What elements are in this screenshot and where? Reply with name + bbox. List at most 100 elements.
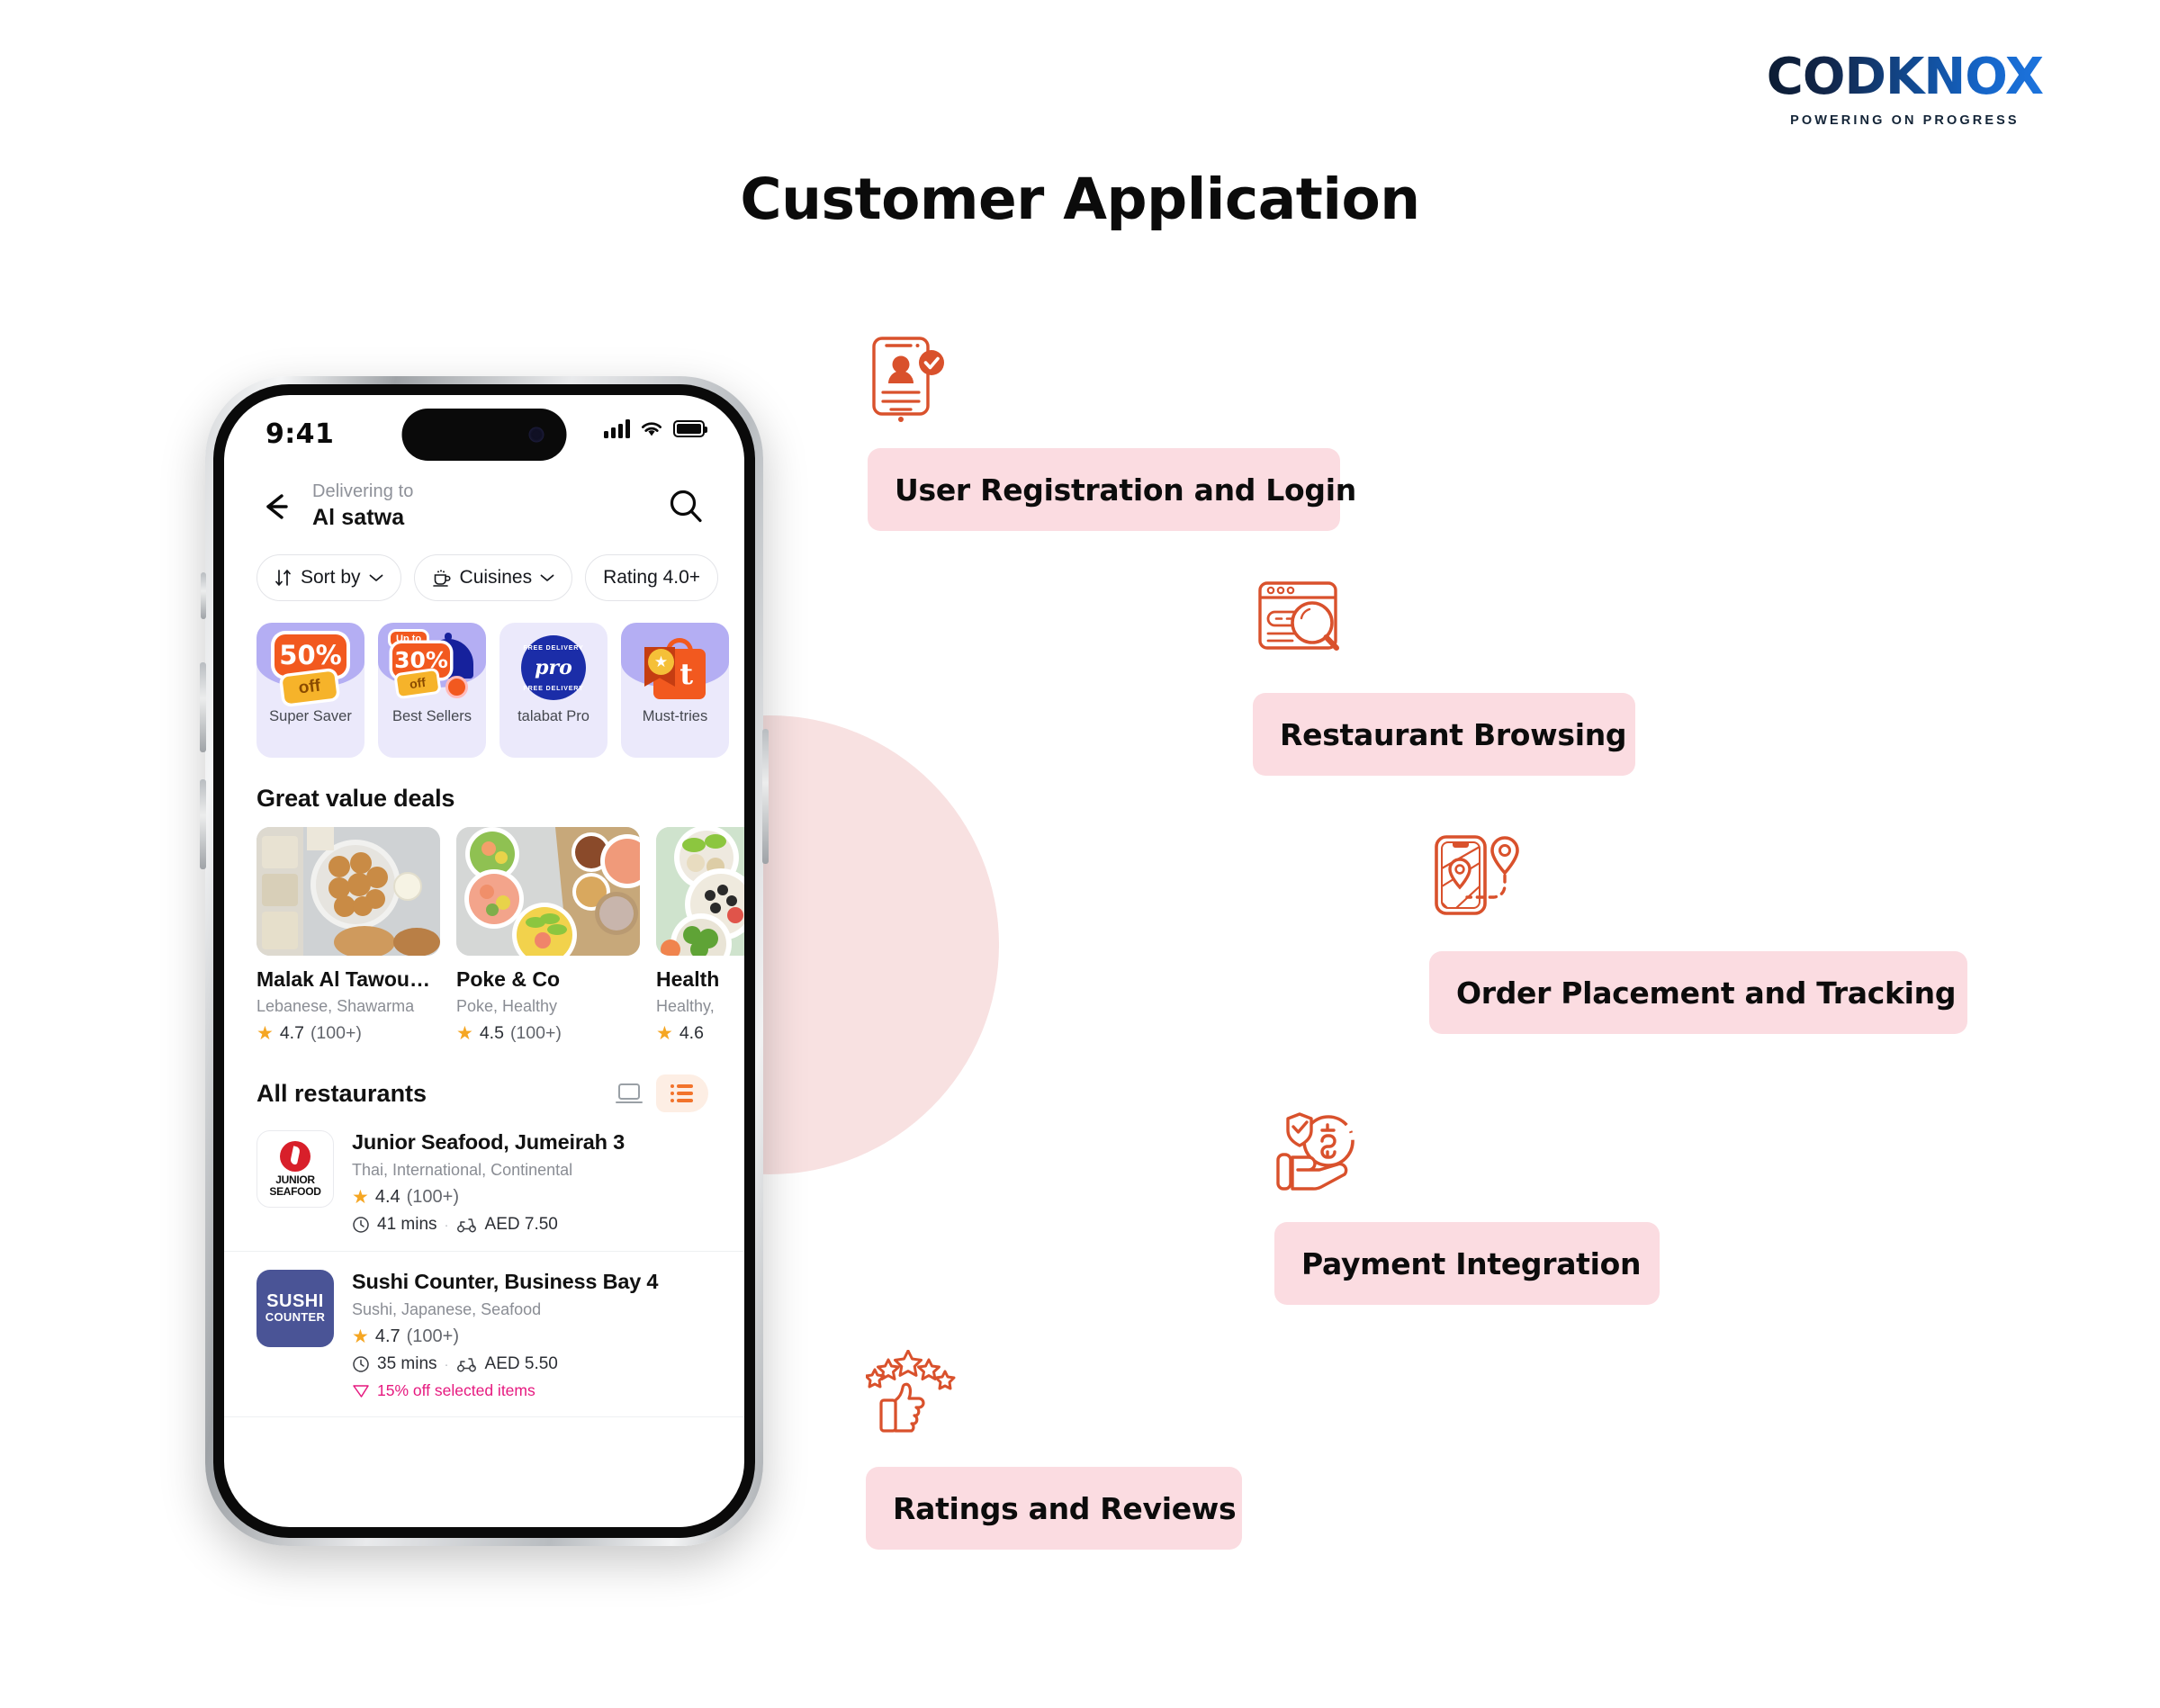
promo-tile-best-sellers[interactable]: Up to 30% off Best Sellers xyxy=(378,623,486,758)
promo-pct-value: 30 xyxy=(394,647,426,673)
deal-card-name: Poke & Co xyxy=(456,967,561,991)
phone-volume-up-button[interactable] xyxy=(200,662,206,752)
feature-payment-integration: Payment Integration xyxy=(1274,1105,1660,1305)
promo-tile-must-tries[interactable]: ★ t Must-tries xyxy=(621,623,729,758)
deal-card-image xyxy=(256,827,440,956)
restaurant-info: Junior Seafood, Jumeirah 3 Thai, Interna… xyxy=(352,1130,625,1235)
phone-power-button[interactable] xyxy=(762,729,769,864)
filter-chip-rating-label: Rating 4.0+ xyxy=(603,567,701,588)
deal-card-cuisine: Healthy, xyxy=(656,997,715,1015)
sort-icon xyxy=(275,570,291,586)
phone-volume-down-button[interactable] xyxy=(200,779,206,869)
restaurant-discount: 15% off selected items xyxy=(352,1381,658,1400)
feature-restaurant-browsing: Restaurant Browsing xyxy=(1253,576,1635,776)
id-card-verified-icon xyxy=(872,337,944,422)
feature-label: User Registration and Login xyxy=(895,472,1356,508)
restaurant-delivery-fee: AED 7.50 xyxy=(484,1215,558,1234)
restaurant-name: Junior Seafood, Jumeirah 3 xyxy=(352,1130,625,1154)
all-restaurants-header: All restaurants xyxy=(224,1044,744,1112)
restaurant-logo: SUSHI COUNTER xyxy=(256,1270,334,1347)
delivering-to-label: Delivering to xyxy=(312,481,414,501)
feature-pill-restaurant-browsing[interactable]: Restaurant Browsing xyxy=(1253,693,1635,776)
page-title: Customer Application xyxy=(740,166,1420,232)
meta-separator: · xyxy=(444,1356,449,1372)
deal-card-rating-value: 4.6 xyxy=(679,1023,704,1043)
brand-logo-text: CODKNOX xyxy=(1766,48,2043,106)
feature-label: Payment Integration xyxy=(1301,1245,1642,1281)
scooter-icon xyxy=(456,1358,476,1372)
delivery-address-value: Al satwa xyxy=(312,505,405,530)
restaurant-cuisine: Thai, International, Continental xyxy=(352,1161,573,1179)
deal-card-image xyxy=(656,827,744,956)
fifty-percent-off-badge-icon: 50% off xyxy=(256,630,364,706)
filter-chip-rating[interactable]: Rating 4.0+ xyxy=(585,554,719,601)
promo-tile-caption: Must-tries xyxy=(642,708,708,724)
feature-pill-payment-integration[interactable]: Payment Integration xyxy=(1274,1222,1660,1305)
restaurant-cuisine: Sushi, Japanese, Seafood xyxy=(352,1300,542,1318)
browser-search-icon xyxy=(1258,581,1339,651)
junior-seafood-logo-icon: JUNIOR SEAFOOD xyxy=(263,1137,328,1201)
back-arrow-icon[interactable] xyxy=(256,487,296,526)
phone-body: 9:41 Delivering to Al satwa Sort by Cuis… xyxy=(213,384,755,1538)
grid-view-icon xyxy=(616,1083,643,1103)
promo-tile-row: 50% off Super Saver Up to 30% off Best S… xyxy=(224,601,744,758)
clock-icon xyxy=(353,1217,369,1233)
restaurant-info: Sushi Counter, Business Bay 4 Sushi, Jap… xyxy=(352,1270,658,1400)
filter-chip-sort-by[interactable]: Sort by xyxy=(256,554,401,601)
feature-pill-ratings-reviews[interactable]: Ratings and Reviews xyxy=(866,1467,1242,1550)
restaurant-delivery-time: 41 mins xyxy=(377,1215,437,1234)
promo-pct-value: 50 xyxy=(279,640,316,670)
restaurant-logo-line1: JUNIOR xyxy=(275,1173,315,1186)
brand-logo-wordmark: CODKNOX xyxy=(1767,52,2043,103)
grid-view-toggle[interactable] xyxy=(606,1074,652,1112)
filter-chip-row: Sort by Cuisines Rating 4.0+ xyxy=(224,531,744,601)
filter-chip-cuisines[interactable]: Cuisines xyxy=(413,554,573,601)
filter-chip-cuisines-label: Cuisines xyxy=(459,567,533,588)
search-icon[interactable] xyxy=(665,486,706,527)
brand-tagline: POWERING ON PROGRESS xyxy=(1790,113,2020,128)
restaurant-rating-count: (100+) xyxy=(406,1187,460,1207)
restaurant-delivery-fee: AED 5.50 xyxy=(484,1354,558,1373)
list-view-icon xyxy=(670,1084,693,1102)
slide-canvas: CODKNOX POWERING ON PROGRESS Customer Ap… xyxy=(0,0,2160,1708)
restaurant-meta: 35 mins · AED 5.50 xyxy=(352,1354,658,1374)
phone-silent-switch[interactable] xyxy=(201,572,206,619)
list-view-toggle[interactable] xyxy=(656,1074,708,1112)
deal-card[interactable]: Malak Al Tawouk, R... Lebanese, Shawarma… xyxy=(256,827,440,1044)
cup-icon xyxy=(432,570,451,587)
deal-card-rating-count: (100+) xyxy=(310,1023,362,1043)
delivery-address-block[interactable]: Delivering to Al satwa xyxy=(312,481,413,531)
promo-tile-talabat-pro[interactable]: pro talabat Pro xyxy=(500,623,608,758)
deal-card-cuisine: Lebanese, Shawarma xyxy=(256,997,415,1015)
restaurant-row[interactable]: SUSHI COUNTER Sushi Counter, Business Ba… xyxy=(224,1252,744,1417)
deals-card-row: Malak Al Tawouk, R... Lebanese, Shawarma… xyxy=(224,813,744,1044)
feature-pill-user-registration[interactable]: User Registration and Login xyxy=(868,448,1356,531)
status-bar: 9:41 xyxy=(224,395,744,469)
map-tracking-icon xyxy=(1435,835,1519,915)
restaurant-rating: ★ 4.7 (100+) xyxy=(352,1326,658,1347)
deal-card[interactable]: Health Healthy, ★ 4.6 xyxy=(656,827,744,1044)
restaurant-row[interactable]: JUNIOR SEAFOOD Junior Seafood, Jumeirah … xyxy=(224,1112,744,1252)
star-icon: ★ xyxy=(352,1326,369,1347)
deal-card-rating: ★ 4.6 xyxy=(656,1023,744,1044)
deal-card-name: Malak Al Tawouk, R... xyxy=(256,967,440,991)
feature-label: Ratings and Reviews xyxy=(893,1490,1237,1526)
star-icon: ★ xyxy=(456,1023,473,1044)
all-restaurants-title: All restaurants xyxy=(256,1079,428,1107)
cellular-signal-icon xyxy=(604,419,630,438)
must-tries-bag-icon: ★ t xyxy=(621,630,729,706)
restaurant-logo-line2: SEAFOOD xyxy=(269,1184,321,1198)
feature-label: Order Placement and Tracking xyxy=(1456,975,1957,1011)
sushi-counter-logo-icon: SUSHI COUNTER xyxy=(266,1292,325,1326)
feature-pill-order-tracking[interactable]: Order Placement and Tracking xyxy=(1429,951,1967,1034)
restaurant-delivery-time: 35 mins xyxy=(377,1354,437,1373)
star-icon: ★ xyxy=(256,1023,274,1044)
bag-letter: t xyxy=(680,657,693,691)
wifi-icon xyxy=(641,421,662,436)
feature-user-registration: User Registration and Login xyxy=(868,333,1356,531)
promo-tile-super-saver[interactable]: 50% off Super Saver xyxy=(256,623,364,758)
pro-badge-text: pro xyxy=(535,656,572,679)
brand-logo: CODKNOX POWERING ON PROGRESS xyxy=(1767,52,2043,128)
restaurant-logo: JUNIOR SEAFOOD xyxy=(256,1130,334,1208)
deal-card[interactable]: Poke & Co Poke, Healthy ★ 4.5 (100+) xyxy=(456,827,640,1044)
